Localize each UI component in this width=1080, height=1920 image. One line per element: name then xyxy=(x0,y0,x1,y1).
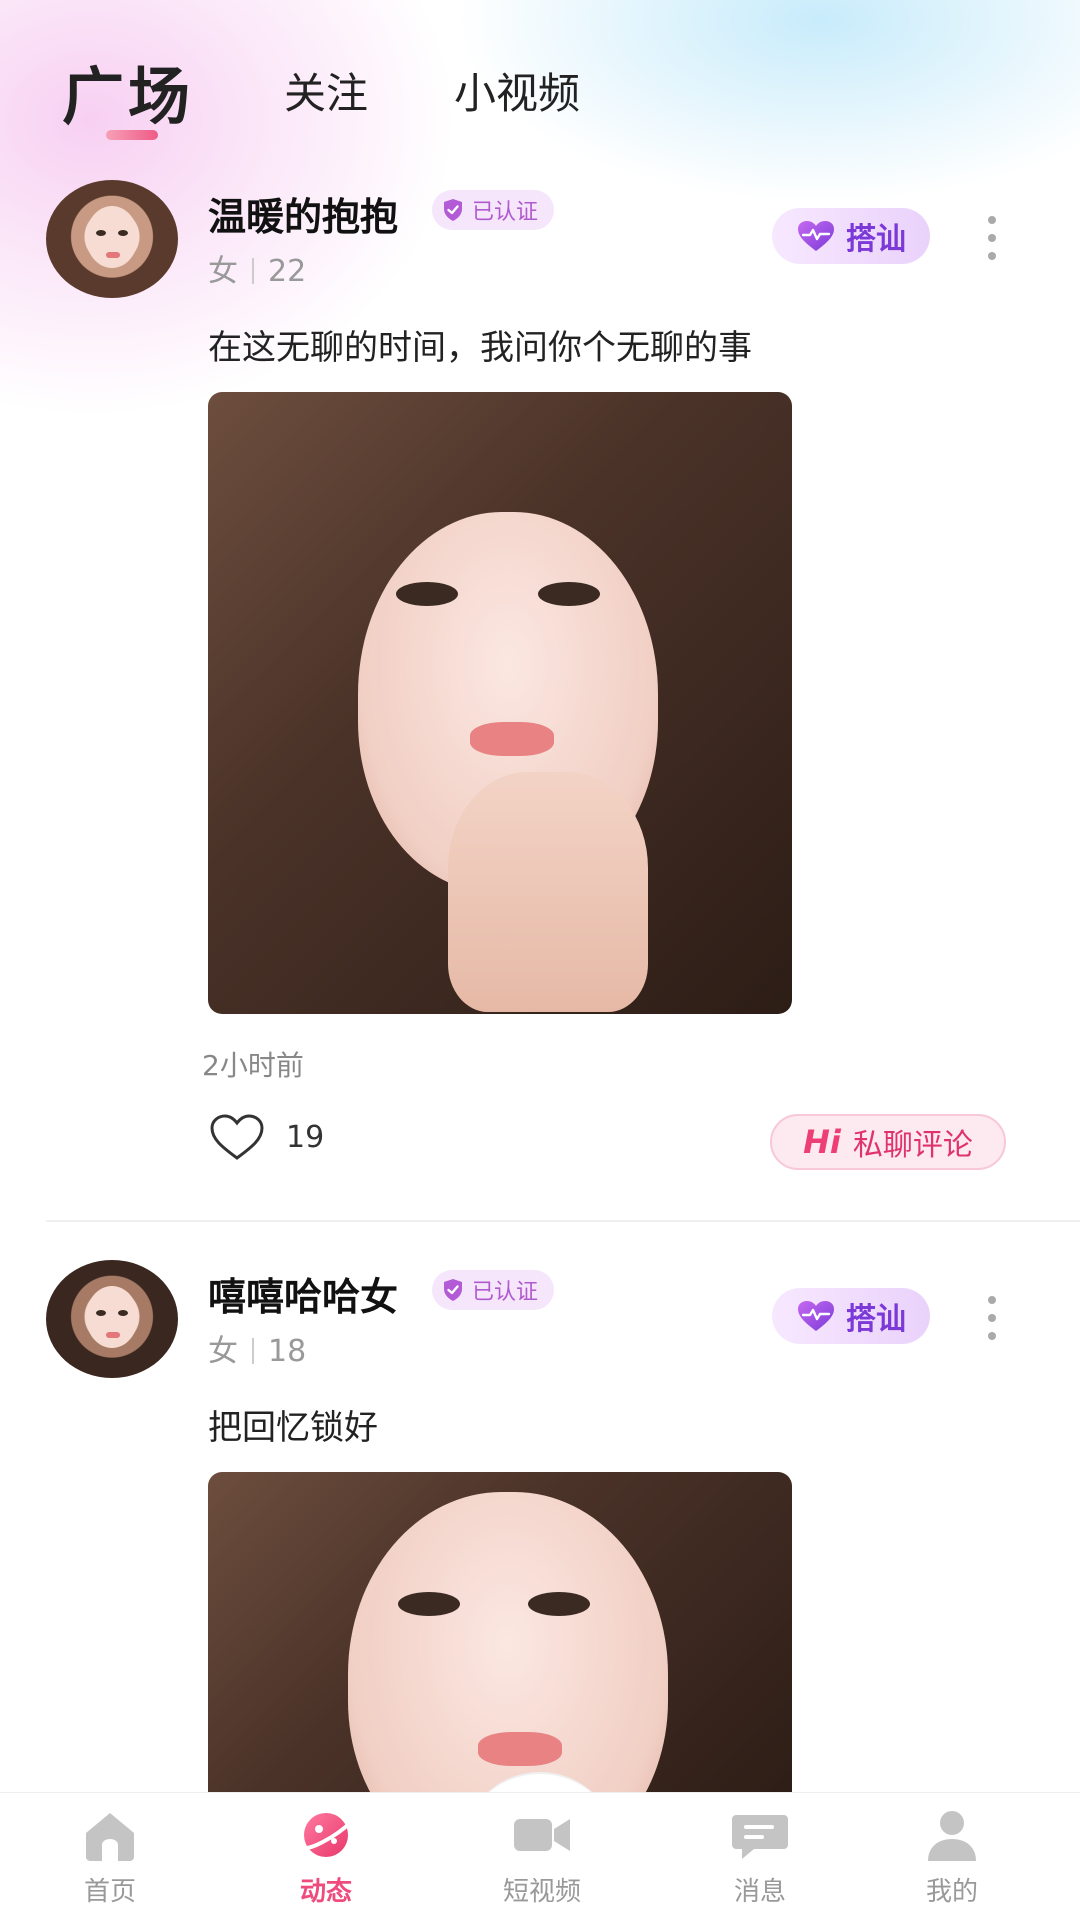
bottom-nav-bar: 首页 动态 短视频 消息 我的 xyxy=(0,1792,1080,1920)
avatar-lip xyxy=(106,1332,120,1338)
nav-home-label: 首页 xyxy=(83,1877,136,1907)
nav-me-label: 我的 xyxy=(925,1877,978,1907)
avatar-eye xyxy=(118,230,128,236)
heart-outline-icon xyxy=(210,1114,264,1160)
more-options-icon[interactable] xyxy=(980,1296,1004,1340)
avatar[interactable] xyxy=(46,180,178,298)
user-meta: 女 18 xyxy=(208,1326,306,1370)
verified-label: 已认证 xyxy=(472,200,539,225)
shield-check-icon xyxy=(444,199,462,221)
post-caption: 在这无聊的时间，我问你个无聊的事 xyxy=(208,328,752,368)
nav-feed[interactable]: 动态 xyxy=(246,1807,406,1908)
avatar-face xyxy=(86,1286,138,1348)
post-divider xyxy=(46,1220,1080,1222)
meta-divider xyxy=(252,1338,254,1364)
post-time: 2小时前 xyxy=(202,1049,304,1082)
heart-pulse-icon xyxy=(798,1301,834,1331)
chat-label: 私聊评论 xyxy=(852,1128,973,1163)
avatar[interactable] xyxy=(46,1260,178,1378)
post-caption: 把回忆锁好 xyxy=(208,1408,378,1448)
nav-feed-label: 动态 xyxy=(299,1877,352,1907)
age-text: 22 xyxy=(268,254,307,289)
top-tab-bar: 广场 关注 小视频 xyxy=(0,40,1080,150)
user-icon xyxy=(928,1811,976,1861)
like-button[interactable]: 19 xyxy=(208,1112,324,1162)
heart-pulse-icon xyxy=(798,221,834,251)
avatar-face xyxy=(86,206,138,268)
photo-lip xyxy=(470,722,554,756)
photo-eye xyxy=(396,582,458,606)
tab-short-video[interactable]: 小视频 xyxy=(454,60,580,121)
plaza-feed-screen: 广场 关注 小视频 温暖的抱抱 已认证 女 22 搭讪 在这无聊的时间，我问你个… xyxy=(0,0,1080,1920)
home-icon xyxy=(86,1813,134,1861)
meta-divider xyxy=(252,258,254,284)
username[interactable]: 嘻嘻哈哈女 xyxy=(208,1266,398,1321)
nav-messages-label: 消息 xyxy=(733,1877,786,1907)
avatar-lip xyxy=(106,252,120,258)
gender-text: 女 xyxy=(208,254,238,289)
photo-eye xyxy=(528,1592,590,1616)
active-tab-indicator xyxy=(106,130,158,140)
private-chat-comment-button[interactable]: Hi 私聊评论 xyxy=(770,1114,1006,1170)
like-count: 19 xyxy=(286,1119,325,1155)
photo-lip xyxy=(478,1732,562,1766)
shield-check-icon xyxy=(444,1279,462,1301)
more-options-icon[interactable] xyxy=(980,216,1004,260)
photo-eye xyxy=(398,1592,460,1616)
message-icon xyxy=(732,1815,788,1859)
avatar-eye xyxy=(118,1310,128,1316)
tab-plaza[interactable]: 广场 xyxy=(62,46,194,136)
avatar-eye xyxy=(96,230,106,236)
user-meta: 女 22 xyxy=(208,246,306,290)
username[interactable]: 温暖的抱抱 xyxy=(208,186,398,241)
verified-badge: 已认证 xyxy=(432,190,555,230)
verified-label: 已认证 xyxy=(472,1280,539,1305)
photo-hand xyxy=(448,772,648,1012)
nav-home[interactable]: 首页 xyxy=(30,1807,190,1908)
nav-short-video[interactable]: 短视频 xyxy=(462,1807,622,1908)
nav-video-label: 短视频 xyxy=(502,1877,581,1907)
flirt-button[interactable]: 搭讪 xyxy=(772,208,930,264)
video-camera-icon xyxy=(514,1819,570,1851)
avatar-eye xyxy=(96,1310,106,1316)
planet-icon xyxy=(298,1813,354,1857)
flirt-label: 搭讪 xyxy=(846,222,906,257)
photo-eye xyxy=(538,582,600,606)
hi-icon: Hi xyxy=(803,1123,841,1161)
tab-follow[interactable]: 关注 xyxy=(284,60,368,121)
flirt-button[interactable]: 搭讪 xyxy=(772,1288,930,1344)
verified-badge: 已认证 xyxy=(432,1270,555,1310)
post-photo[interactable] xyxy=(208,1472,792,1812)
flirt-label: 搭讪 xyxy=(846,1302,906,1337)
gender-text: 女 xyxy=(208,1334,238,1369)
age-text: 18 xyxy=(268,1334,307,1369)
nav-me[interactable]: 我的 xyxy=(872,1807,1032,1908)
nav-messages[interactable]: 消息 xyxy=(680,1807,840,1908)
post-photo[interactable] xyxy=(208,392,792,1014)
